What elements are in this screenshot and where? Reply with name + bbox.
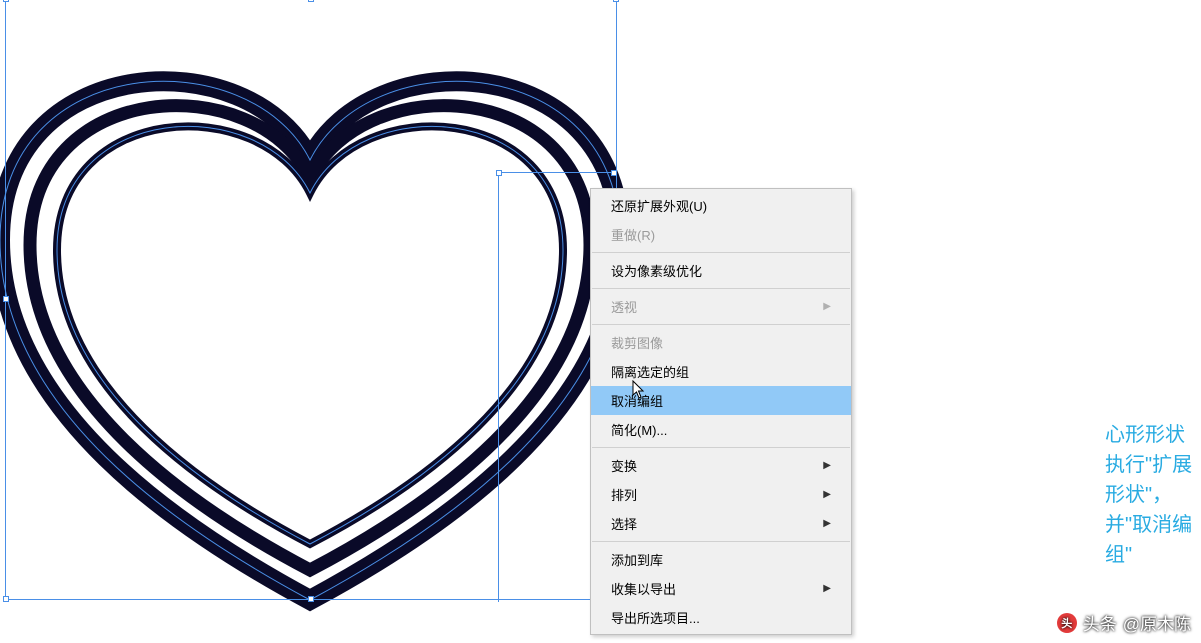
menu-label: 取消编组: [611, 391, 663, 410]
menu-label: 还原扩展外观(U): [611, 196, 707, 215]
selection-handle[interactable]: [308, 596, 314, 602]
chevron-right-icon: ▶: [823, 518, 831, 529]
menu-separator: [592, 252, 850, 253]
chevron-right-icon: ▶: [823, 301, 831, 312]
menu-export-selection[interactable]: 导出所选项目...: [591, 603, 851, 632]
selection-handle[interactable]: [3, 0, 9, 2]
menu-perspective: 透视 ▶: [591, 292, 851, 321]
canvas-area[interactable]: [0, 0, 650, 620]
menu-label: 隔离选定的组: [611, 362, 689, 381]
menu-label: 简化(M)...: [611, 420, 667, 439]
menu-label: 透视: [611, 297, 637, 316]
menu-label: 导出所选项目...: [611, 608, 700, 627]
menu-separator: [592, 447, 850, 448]
watermark-logo-icon: 头: [1057, 613, 1077, 633]
chevron-right-icon: ▶: [823, 489, 831, 500]
chevron-right-icon: ▶: [823, 460, 831, 471]
menu-isolate-selected-group[interactable]: 隔离选定的组: [591, 357, 851, 386]
selection-handle[interactable]: [3, 296, 9, 302]
menu-crop-image: 裁剪图像: [591, 328, 851, 357]
menu-label: 排列: [611, 485, 637, 504]
selection-handle[interactable]: [3, 596, 9, 602]
watermark-author: @原木陈: [1123, 610, 1191, 635]
menu-label: 变换: [611, 456, 637, 475]
menu-simplify[interactable]: 简化(M)...: [591, 415, 851, 444]
menu-label: 选择: [611, 514, 637, 533]
menu-redo: 重做(R): [591, 220, 851, 249]
menu-label: 收集以导出: [611, 579, 676, 598]
menu-undo-expand-appearance[interactable]: 还原扩展外观(U): [591, 191, 851, 220]
context-menu: 还原扩展外观(U) 重做(R) 设为像素级优化 透视 ▶ 裁剪图像 隔离选定的组…: [590, 188, 852, 635]
selection-handle[interactable]: [496, 170, 502, 176]
menu-select[interactable]: 选择 ▶: [591, 509, 851, 538]
menu-label: 裁剪图像: [611, 333, 663, 352]
menu-collect-for-export[interactable]: 收集以导出 ▶: [591, 574, 851, 603]
menu-transform[interactable]: 变换 ▶: [591, 451, 851, 480]
watermark: 头 头条 @原木陈: [1057, 610, 1191, 635]
menu-arrange[interactable]: 排列 ▶: [591, 480, 851, 509]
menu-label: 重做(R): [611, 225, 655, 244]
menu-separator: [592, 288, 850, 289]
annotation-text: 心形形状执行"扩展形状"，并"取消编组": [1105, 420, 1200, 570]
menu-label: 添加到库: [611, 550, 663, 569]
selection-handle[interactable]: [613, 0, 619, 2]
watermark-prefix: 头条: [1083, 610, 1117, 635]
menu-separator: [592, 541, 850, 542]
menu-add-to-library[interactable]: 添加到库: [591, 545, 851, 574]
selection-handle[interactable]: [611, 170, 617, 176]
menu-ungroup[interactable]: 取消编组: [591, 386, 851, 415]
menu-make-pixel-perfect[interactable]: 设为像素级优化: [591, 256, 851, 285]
menu-separator: [592, 324, 850, 325]
menu-label: 设为像素级优化: [611, 261, 702, 280]
selection-handle[interactable]: [308, 0, 314, 2]
chevron-right-icon: ▶: [823, 583, 831, 594]
